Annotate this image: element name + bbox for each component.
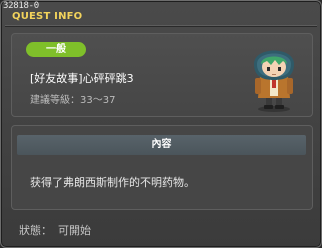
quest-level: 建議等級：33～37 — [30, 95, 116, 106]
content-text: 获得了弗朗西斯制作的不明药物。 — [30, 176, 195, 189]
quest-category-badge: 一般 — [26, 42, 86, 57]
quest-level-range: 33～37 — [80, 95, 116, 106]
npc-portrait-icon — [254, 50, 294, 112]
status-label: 狀態： — [19, 224, 52, 237]
status-value: 可開始 — [58, 224, 91, 237]
quest-info-window: 32818-0 QUEST INFO 一般 [好友故事]心砰砰跳3 建議等級：3… — [0, 0, 322, 248]
quest-content-panel: 內容 获得了弗朗西斯制作的不明药物。 — [11, 125, 313, 210]
quest-level-label: 建議等級 — [30, 95, 70, 106]
quest-header-panel: 一般 [好友故事]心砰砰跳3 建議等級：33～37 — [11, 33, 313, 117]
quest-status: 狀態： 可開始 — [19, 222, 97, 238]
quest-name: [好友故事]心砰砰跳3 — [30, 72, 134, 85]
title-divider — [5, 25, 317, 27]
content-header: 內容 — [17, 135, 306, 155]
window-title: QUEST INFO — [12, 11, 83, 22]
